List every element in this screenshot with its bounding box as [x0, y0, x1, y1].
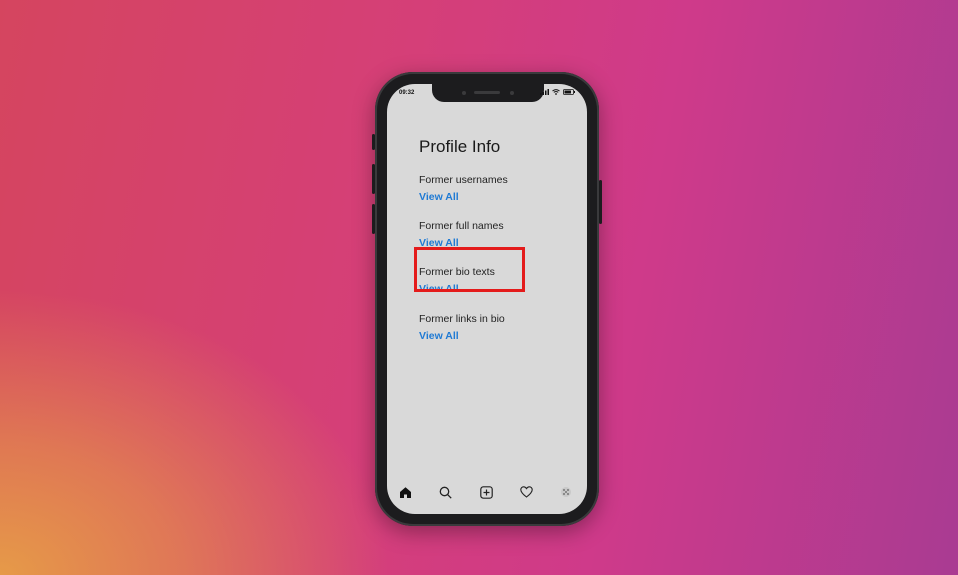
- volume-down-button: [372, 204, 375, 234]
- tab-bar: [387, 482, 587, 502]
- volume-up-button: [372, 164, 375, 194]
- wifi-icon: [552, 89, 560, 95]
- tab-profile[interactable]: [556, 482, 576, 502]
- phone-mockup: 09:32 Profile Info Former usernames View…: [372, 72, 602, 526]
- tab-home[interactable]: [395, 482, 415, 502]
- search-icon: [439, 486, 452, 499]
- section-former-usernames: Former usernames View All: [419, 174, 508, 203]
- section-former-links-in-bio: Former links in bio View All: [419, 313, 505, 342]
- highlight-box: [414, 247, 525, 292]
- phone-screen: 09:32 Profile Info Former usernames View…: [387, 84, 587, 514]
- speaker-grille: [474, 91, 500, 94]
- tab-search[interactable]: [435, 482, 455, 502]
- section-former-full-names: Former full names View All: [419, 220, 504, 249]
- action-button: [372, 134, 375, 150]
- view-all-links-in-bio-link[interactable]: View All: [419, 330, 505, 342]
- signal-icon: [540, 89, 549, 95]
- add-post-icon: [479, 485, 493, 499]
- home-icon: [399, 486, 411, 498]
- section-label: Former usernames: [419, 174, 508, 186]
- section-label: Former full names: [419, 220, 504, 232]
- status-time: 09:32: [399, 90, 415, 96]
- tab-activity[interactable]: [516, 482, 536, 502]
- tab-new-post[interactable]: [476, 482, 496, 502]
- status-icons: [540, 89, 575, 95]
- heart-icon: [519, 486, 533, 498]
- battery-icon: [563, 89, 575, 95]
- sensor-dot: [462, 91, 466, 95]
- section-label: Former links in bio: [419, 313, 505, 325]
- page-title: Profile Info: [419, 137, 501, 156]
- notch: [432, 84, 544, 102]
- camera-dot: [510, 91, 514, 95]
- profile-icon: [561, 487, 571, 497]
- view-all-usernames-link[interactable]: View All: [419, 191, 508, 203]
- power-button: [599, 180, 602, 224]
